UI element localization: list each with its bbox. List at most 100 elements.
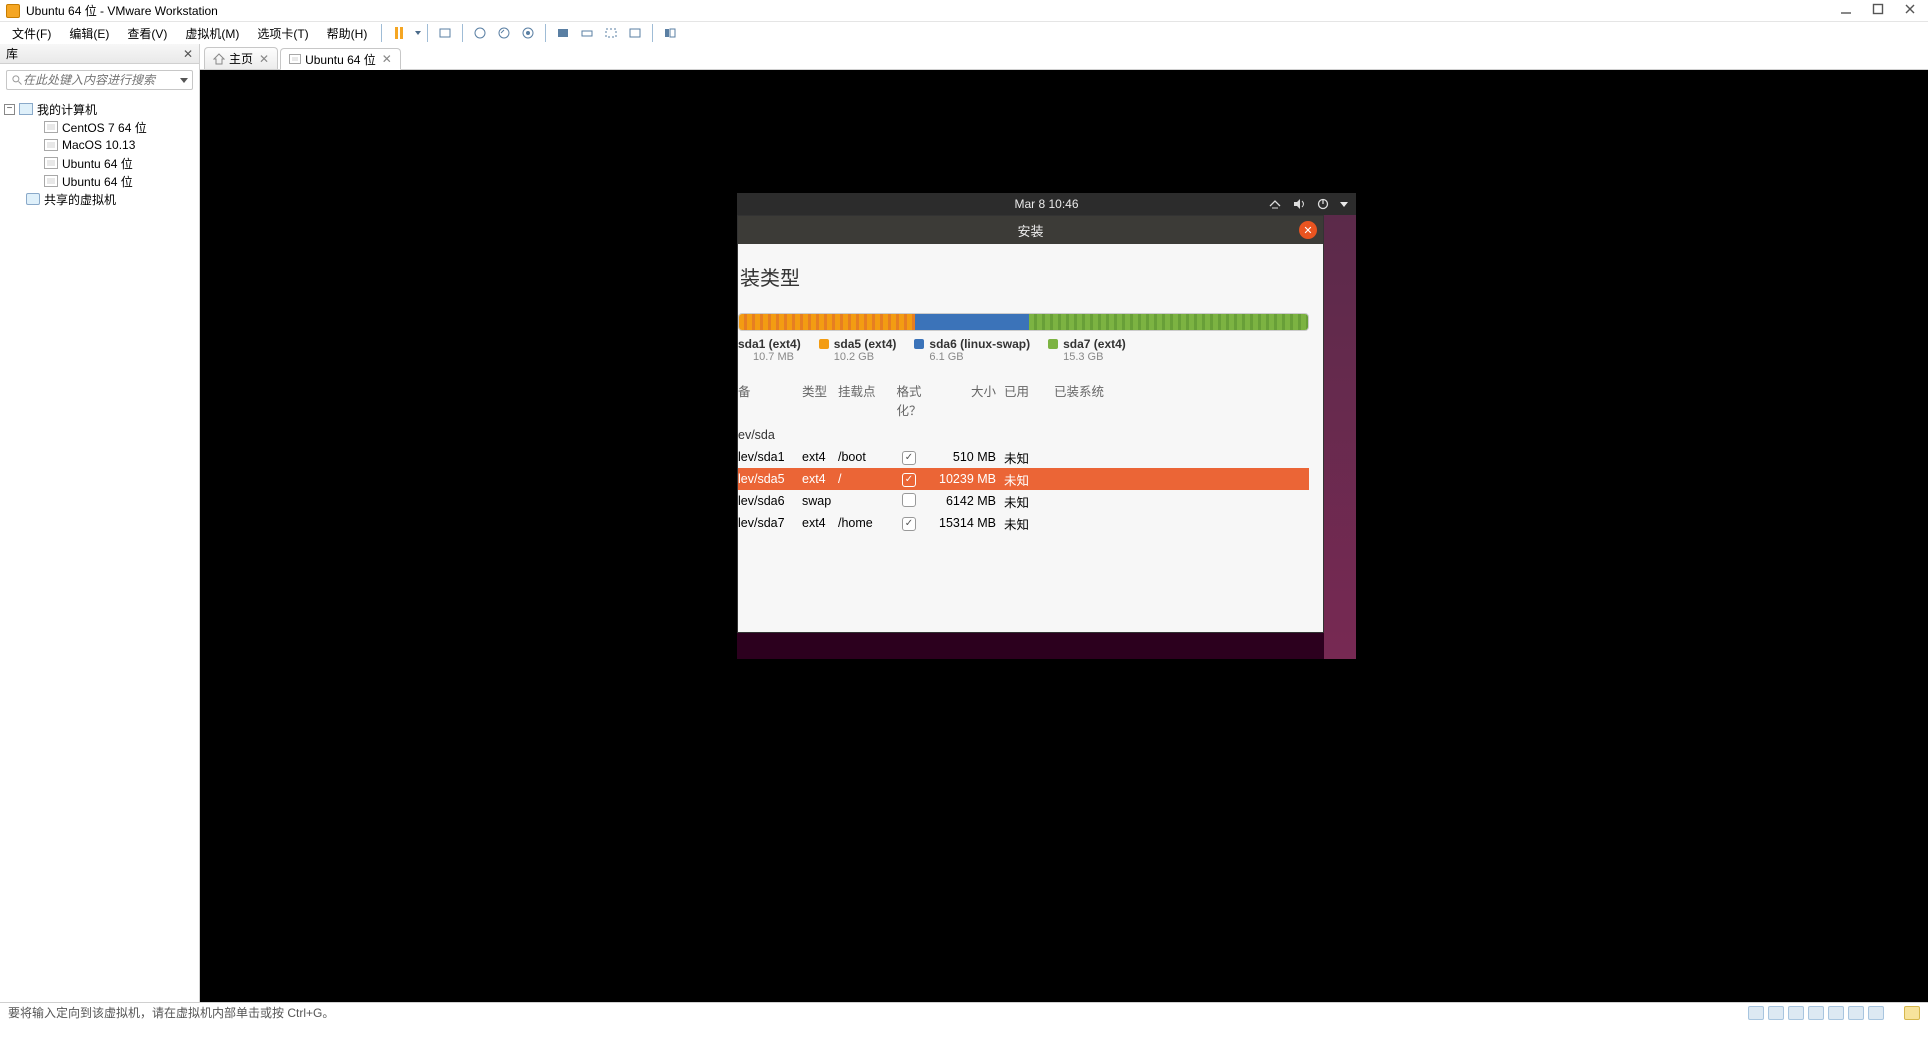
tab-close-icon[interactable]: ✕ [382, 52, 392, 66]
installer-close-button[interactable]: ✕ [1299, 221, 1317, 239]
menu-help[interactable]: 帮助(H) [319, 23, 376, 44]
vm-label: CentOS 7 64 位 [62, 119, 147, 136]
installer-title: 安装 [1017, 221, 1043, 240]
shared-label: 共享的虚拟机 [44, 191, 116, 208]
format-checkbox[interactable] [902, 473, 916, 487]
pause-button[interactable] [388, 23, 410, 43]
guest-screen[interactable]: Mar 8 10:46 安装 ✕ 装类 [737, 193, 1356, 659]
snapshot-revert-button[interactable] [493, 23, 515, 43]
format-checkbox[interactable] [902, 517, 916, 531]
device-usb-icon[interactable] [1808, 1006, 1824, 1020]
tree-root-label: 我的计算机 [37, 101, 97, 118]
tree-root[interactable]: − 我的计算机 [0, 100, 197, 118]
volume-icon[interactable] [1292, 197, 1306, 211]
console-view-button[interactable] [600, 23, 622, 43]
format-checkbox[interactable] [902, 451, 916, 465]
cell-used: 未知 [1004, 492, 1054, 511]
legend-label: sda1 (ext4) [738, 337, 801, 351]
expander-icon[interactable]: − [4, 104, 15, 115]
snapshot-button[interactable] [469, 23, 491, 43]
cell-used: 未知 [1004, 470, 1054, 489]
cell-size: 10239 MB [932, 472, 1004, 486]
vm-label: MacOS 10.13 [62, 138, 135, 152]
search-input-wrap[interactable] [6, 70, 193, 90]
cell-format[interactable] [886, 515, 932, 531]
col-mount: 挂载点 [838, 381, 886, 419]
menu-file[interactable]: 文件(F) [4, 23, 59, 44]
cell-format[interactable] [886, 449, 932, 465]
device-printer-icon[interactable] [1848, 1006, 1864, 1020]
cell-used: 未知 [1004, 448, 1054, 467]
menu-tabs[interactable]: 选项卡(T) [249, 23, 316, 44]
partition-seg-sda5[interactable] [739, 314, 915, 330]
legend-size: 10.2 GB [819, 351, 897, 363]
tree-vm-item[interactable]: CentOS 7 64 位 [0, 118, 197, 136]
tree-vm-item[interactable]: Ubuntu 64 位 [0, 172, 197, 190]
col-device: 备 [738, 381, 802, 419]
device-cd-icon[interactable] [1768, 1006, 1784, 1020]
group-label: ev/sda [738, 428, 802, 442]
device-sound-icon[interactable] [1828, 1006, 1844, 1020]
format-checkbox[interactable] [902, 493, 916, 507]
table-header: 备 类型 挂载点 格式化？ 大小 已用 已装系统 [738, 377, 1309, 424]
snapshot-manager-button[interactable] [517, 23, 539, 43]
sidebar-close-button[interactable]: ✕ [183, 47, 193, 61]
fullscreen-button[interactable] [552, 23, 574, 43]
stretch-button[interactable] [624, 23, 646, 43]
menu-bar: 文件(F) 编辑(E) 查看(V) 虚拟机(M) 选项卡(T) 帮助(H) [0, 22, 1928, 44]
vm-icon [44, 157, 58, 169]
device-hdd-icon[interactable] [1748, 1006, 1764, 1020]
tree-vm-item[interactable]: MacOS 10.13 [0, 136, 197, 154]
message-log-icon[interactable] [1904, 1006, 1920, 1020]
tab-home[interactable]: 主页 ✕ [204, 47, 278, 69]
network-icon[interactable] [1268, 197, 1282, 211]
vm-icon [44, 121, 58, 133]
cell-format[interactable] [886, 471, 932, 487]
col-type: 类型 [802, 381, 838, 419]
menu-view[interactable]: 查看(V) [119, 23, 175, 44]
menu-vm[interactable]: 虚拟机(M) [177, 23, 247, 44]
vm-viewport[interactable]: Mar 8 10:46 安装 ✕ 装类 [200, 70, 1928, 1002]
partition-table: 备 类型 挂载点 格式化？ 大小 已用 已装系统 ev/sda [738, 377, 1309, 534]
status-tray [1748, 1006, 1920, 1020]
search-input[interactable] [23, 73, 180, 87]
window-titlebar: Ubuntu 64 位 - VMware Workstation [0, 0, 1928, 22]
library-toggle-button[interactable] [659, 23, 681, 43]
menu-edit[interactable]: 编辑(E) [61, 23, 117, 44]
cell-mount: /home [838, 516, 886, 530]
gnome-clock[interactable]: Mar 8 10:46 [1014, 197, 1078, 211]
send-keys-button[interactable] [434, 23, 456, 43]
search-dropdown-icon[interactable] [180, 78, 188, 83]
table-row[interactable]: lev/sda7ext4/home15314 MB未知 [738, 512, 1309, 534]
partition-seg-sda7[interactable] [1029, 314, 1308, 330]
tab-close-icon[interactable]: ✕ [259, 52, 269, 66]
unity-button[interactable] [576, 23, 598, 43]
vm-icon [44, 175, 58, 187]
partition-bar[interactable] [738, 313, 1309, 331]
cell-device: lev/sda6 [738, 494, 802, 508]
partition-seg-sda6[interactable] [915, 314, 1029, 330]
cell-format[interactable] [886, 493, 932, 510]
table-row[interactable]: lev/sda5ext4/10239 MB未知 [738, 468, 1309, 490]
window-title: Ubuntu 64 位 - VMware Workstation [26, 2, 218, 19]
tab-vm[interactable]: Ubuntu 64 位 ✕ [280, 48, 401, 70]
cell-type: ext4 [802, 450, 838, 464]
device-net-icon[interactable] [1788, 1006, 1804, 1020]
close-button[interactable] [1904, 3, 1916, 18]
table-row[interactable]: lev/sda6swap6142 MB未知 [738, 490, 1309, 512]
tree-vm-item[interactable]: Ubuntu 64 位 [0, 154, 197, 172]
table-row[interactable]: lev/sda1ext4/boot510 MB未知 [738, 446, 1309, 468]
minimize-button[interactable] [1840, 3, 1852, 18]
cell-device: lev/sda1 [738, 450, 802, 464]
cell-used: 未知 [1004, 514, 1054, 533]
maximize-button[interactable] [1872, 3, 1884, 18]
power-dropdown[interactable] [415, 31, 421, 35]
system-menu-arrow-icon[interactable] [1340, 202, 1348, 207]
tab-home-label: 主页 [229, 50, 253, 67]
device-display-icon[interactable] [1868, 1006, 1884, 1020]
tree-shared[interactable]: 共享的虚拟机 [0, 190, 197, 208]
cell-size: 510 MB [932, 450, 1004, 464]
power-icon[interactable] [1316, 197, 1330, 211]
installer-titlebar[interactable]: 安装 ✕ [738, 216, 1323, 244]
table-group-row[interactable]: ev/sda [738, 424, 1309, 446]
